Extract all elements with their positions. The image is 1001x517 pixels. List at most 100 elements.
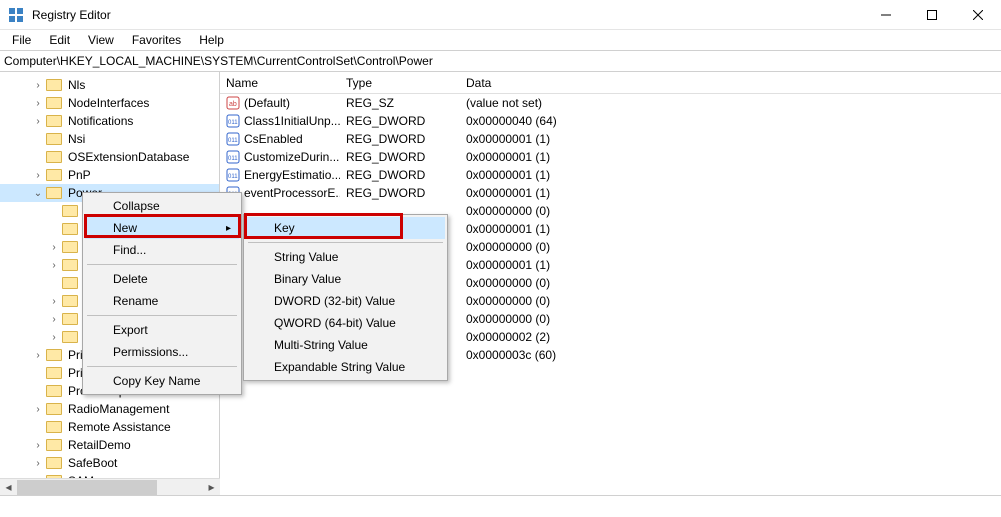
address-bar[interactable]: Computer\HKEY_LOCAL_MACHINE\SYSTEM\Curre… [0,50,1001,72]
value-type: REG_DWORD [340,168,460,182]
value-data: (value not set) [460,96,1001,110]
ctx-delete[interactable]: Delete [85,268,239,290]
tree-item-label: Nsi [66,132,87,146]
chevron-right-icon[interactable]: › [48,296,60,307]
tree-item-label: RetailDemo [66,438,133,452]
menu-help[interactable]: Help [191,31,232,49]
menu-favorites[interactable]: Favorites [124,31,189,49]
tree-item[interactable]: › PnP [0,166,219,184]
maximize-button[interactable] [909,0,955,30]
tree-item[interactable]: ›Nls [0,76,219,94]
value-data: 0x00000002 (2) [460,330,1001,344]
ctx-copy-key-name[interactable]: Copy Key Name [85,370,239,392]
tree-item[interactable]: › RadioManagement [0,400,219,418]
chevron-down-icon[interactable]: ⌄ [32,188,44,199]
list-row[interactable]: 011EnergyEstimatio...REG_DWORD0x00000001… [220,166,1001,184]
ctx-new-dword-32-bit-value[interactable]: DWORD (32-bit) Value [246,290,445,312]
ctx-new-string-value[interactable]: String Value [246,246,445,268]
ctx-new-multi-string-value[interactable]: Multi-String Value [246,334,445,356]
col-data[interactable]: Data [460,76,1001,90]
list-row[interactable]: 011CsEnabledREG_DWORD0x00000001 (1) [220,130,1001,148]
chevron-right-icon[interactable]: › [48,314,60,325]
list-row[interactable]: ab(Default)REG_SZ(value not set) [220,94,1001,112]
ctx-new-expandable-string-value[interactable]: Expandable String Value [246,356,445,378]
value-name: eventProcessorE... [244,186,340,200]
chevron-right-icon[interactable]: › [32,350,44,361]
value-data: 0x00000000 (0) [460,294,1001,308]
ctx-collapse[interactable]: Collapse [85,195,239,217]
value-name: EnergyEstimatio... [244,168,340,182]
value-data: 0x00000001 (1) [460,150,1001,164]
chevron-right-icon[interactable]: › [32,98,44,109]
menu-item-label: Collapse [113,199,160,213]
tree-item-label: PnP [66,168,93,182]
svg-text:011: 011 [228,138,238,144]
ctx-new-binary-value[interactable]: Binary Value [246,268,445,290]
chevron-right-icon[interactable]: › [32,116,44,127]
value-type: REG_DWORD [340,150,460,164]
chevron-right-icon[interactable]: › [32,458,44,469]
value-data: 0x00000001 (1) [460,186,1001,200]
scroll-left-icon[interactable]: ◂ [0,479,17,496]
value-data: 0x00000000 (0) [460,276,1001,290]
tree-item-label: Notifications [66,114,135,128]
scroll-right-icon[interactable]: ▸ [203,479,220,496]
value-type: REG_DWORD [340,114,460,128]
tree-item[interactable]: ›NodeInterfaces [0,94,219,112]
menu-item-label: Find... [113,243,146,257]
folder-icon [62,241,78,253]
svg-text:011: 011 [228,174,238,180]
address-path: Computer\HKEY_LOCAL_MACHINE\SYSTEM\Curre… [4,54,433,68]
list-row[interactable]: 011CustomizeDurin...REG_DWORD0x00000001 … [220,148,1001,166]
tree-item[interactable]: Nsi [0,130,219,148]
col-type[interactable]: Type [340,76,460,90]
folder-icon [46,385,62,397]
tree-item[interactable]: › RetailDemo [0,436,219,454]
chevron-right-icon[interactable]: › [32,170,44,181]
tree-item-label: RadioManagement [66,402,171,416]
value-data: 0x00000001 (1) [460,222,1001,236]
tree-item-label: Remote Assistance [66,420,173,434]
menu-item-label: Permissions... [113,345,188,359]
folder-icon [62,259,78,271]
menu-view[interactable]: View [80,31,122,49]
tree-item[interactable]: Remote Assistance [0,418,219,436]
close-button[interactable] [955,0,1001,30]
tree-hscroll[interactable]: ◂ ▸ [0,478,220,495]
folder-icon [62,313,78,325]
ctx-new-qword-64-bit-value[interactable]: QWORD (64-bit) Value [246,312,445,334]
menu-file[interactable]: File [4,31,39,49]
tree-item[interactable]: ›SafeBoot [0,454,219,472]
ctx-new[interactable]: New▸ [85,217,239,239]
svg-text:011: 011 [228,156,238,162]
menu-item-label: QWORD (64-bit) Value [274,316,396,330]
menu-item-label: Rename [113,294,158,308]
svg-text:011: 011 [228,120,238,126]
ctx-export[interactable]: Export [85,319,239,341]
ctx-permissions[interactable]: Permissions... [85,341,239,363]
list-row[interactable]: 011Class1InitialUnp...REG_DWORD0x0000004… [220,112,1001,130]
value-type: REG_SZ [340,96,460,110]
minimize-button[interactable] [863,0,909,30]
ctx-new-key[interactable]: Key [246,217,445,239]
tree-item[interactable]: › Notifications [0,112,219,130]
menu-separator [87,264,237,265]
folder-icon [62,223,78,235]
titlebar: Registry Editor [0,0,1001,30]
chevron-right-icon[interactable]: › [32,404,44,415]
menubar: File Edit View Favorites Help [0,30,1001,50]
menu-edit[interactable]: Edit [41,31,78,49]
chevron-right-icon[interactable]: › [48,332,60,343]
chevron-right-icon[interactable]: › [48,242,60,253]
menu-item-label: Export [113,323,148,337]
ctx-rename[interactable]: Rename [85,290,239,312]
col-name[interactable]: Name [220,76,340,90]
list-row[interactable]: 011eventProcessorE...REG_DWORD0x00000001… [220,184,1001,202]
chevron-right-icon[interactable]: › [32,440,44,451]
chevron-right-icon[interactable]: › [48,260,60,271]
chevron-right-icon[interactable]: › [32,80,44,91]
folder-icon [46,421,62,433]
ctx-find[interactable]: Find... [85,239,239,261]
tree-item[interactable]: OSExtensionDatabase [0,148,219,166]
scroll-thumb[interactable] [17,480,157,495]
